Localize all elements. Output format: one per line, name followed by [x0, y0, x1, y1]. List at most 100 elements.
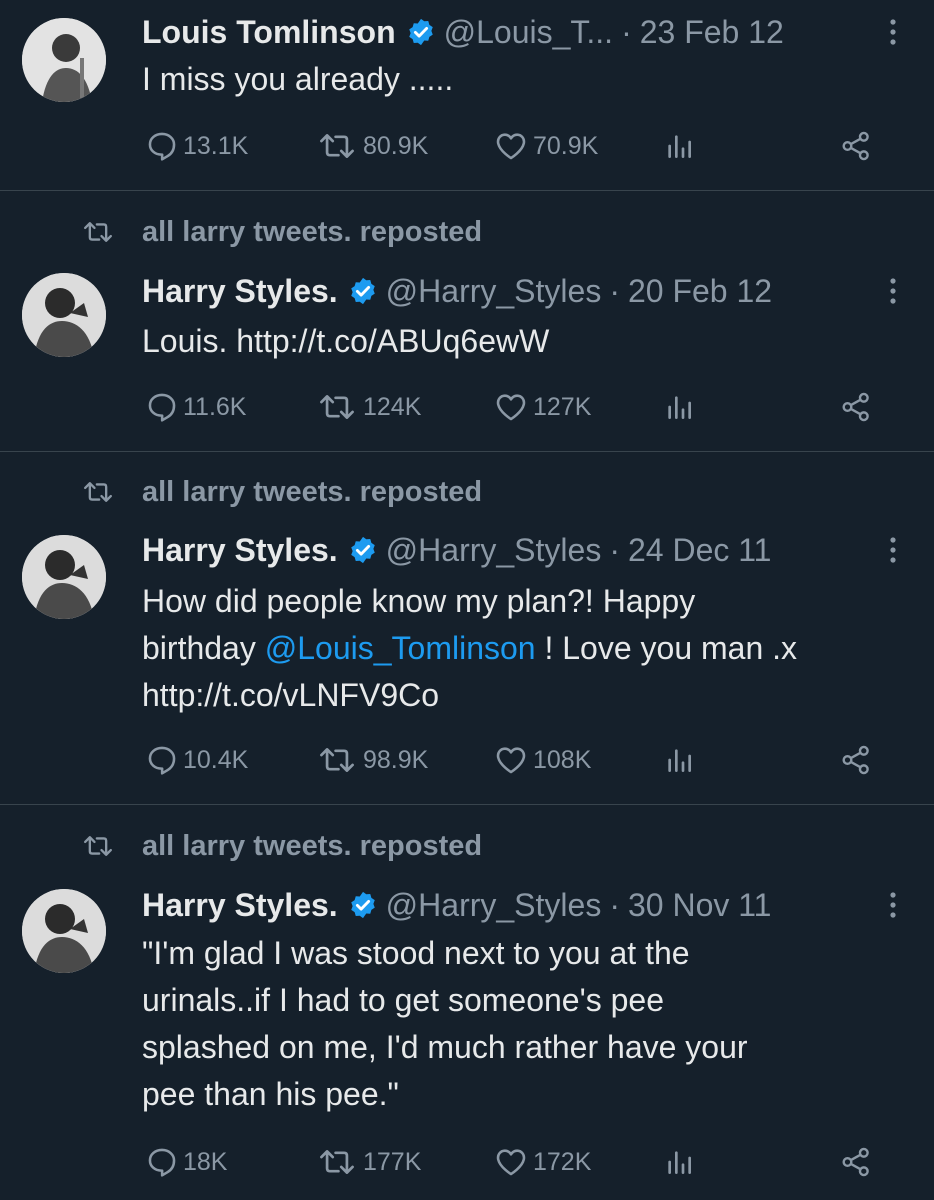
- more-options-icon[interactable]: [888, 16, 898, 48]
- avatar[interactable]: [22, 273, 106, 357]
- reply-button[interactable]: 18K: [145, 1142, 227, 1182]
- tweet-text: Louis. http://t.co/ABUq6ewW: [142, 318, 912, 365]
- like-button[interactable]: 172K: [493, 1142, 591, 1182]
- display-name[interactable]: Harry Styles.: [142, 887, 338, 924]
- like-count: 172K: [533, 1147, 592, 1176]
- repost-context: all larry tweets. reposted: [80, 475, 482, 509]
- reply-button[interactable]: 11.6K: [145, 387, 246, 427]
- repost-icon: [84, 482, 113, 502]
- tweet-text-content: "I'm glad I was stood next to you at the…: [142, 935, 748, 1112]
- tweet-header: Harry Styles. @Harry_Styles · 24 Dec 11: [142, 530, 904, 570]
- heart-icon: [496, 747, 526, 774]
- repost-context: all larry tweets. reposted: [80, 215, 482, 249]
- like-button[interactable]: 108K: [493, 740, 591, 780]
- repost-button[interactable]: 98.9K: [315, 740, 428, 780]
- tweet-header: Harry Styles. @Harry_Styles · 30 Nov 11: [142, 885, 904, 925]
- repost-count: 80.9K: [363, 131, 429, 160]
- divider: [0, 190, 934, 191]
- display-name[interactable]: Harry Styles.: [142, 273, 338, 310]
- repost-icon: [320, 395, 354, 419]
- tweet-header: Louis Tomlinson @Louis_T... · 23 Feb 12: [142, 12, 904, 52]
- handle[interactable]: @Harry_Styles: [386, 887, 602, 924]
- separator-dot: ·: [621, 13, 632, 50]
- share-button[interactable]: [839, 1142, 877, 1182]
- views-icon: [668, 396, 691, 419]
- tweet-header: Harry Styles. @Harry_Styles · 20 Feb 12: [142, 271, 904, 311]
- repost-icon: [320, 134, 354, 158]
- tweet-text: How did people know my plan?! Happy birt…: [142, 578, 912, 719]
- verified-badge-icon: [350, 277, 375, 305]
- repost-button[interactable]: 124K: [315, 387, 421, 427]
- reply-icon: [148, 1148, 176, 1177]
- tweet-actions: 11.6K 124K 127K: [145, 387, 885, 427]
- separator-dot: ·: [609, 531, 620, 568]
- mention-link[interactable]: @Louis_Tomlinson: [265, 630, 536, 666]
- views-button[interactable]: [663, 740, 699, 780]
- avatar[interactable]: [22, 18, 106, 102]
- repost-label[interactable]: all larry tweets. reposted: [142, 476, 482, 509]
- display-name[interactable]: Harry Styles.: [142, 532, 338, 569]
- share-icon: [842, 131, 869, 161]
- repost-label[interactable]: all larry tweets. reposted: [142, 830, 482, 863]
- tweet-text: "I'm glad I was stood next to you at the…: [142, 930, 912, 1118]
- tweet-actions: 18K 177K 172K: [145, 1142, 885, 1182]
- share-icon: [842, 392, 869, 422]
- like-button[interactable]: 70.9K: [493, 126, 598, 166]
- divider: [0, 451, 934, 452]
- share-icon: [842, 745, 869, 775]
- reply-icon: [148, 132, 176, 161]
- views-button[interactable]: [663, 126, 699, 166]
- repost-count: 124K: [363, 392, 422, 421]
- views-icon: [668, 1151, 691, 1174]
- separator-dot: ·: [609, 272, 620, 309]
- repost-context: all larry tweets. reposted: [80, 829, 482, 863]
- views-button[interactable]: [663, 387, 699, 427]
- reply-count: 11.6K: [183, 392, 247, 421]
- handle[interactable]: @Louis_T...: [444, 14, 613, 51]
- more-options-icon[interactable]: [888, 534, 898, 566]
- heart-icon: [496, 394, 526, 421]
- share-button[interactable]: [839, 740, 877, 780]
- repost-label[interactable]: all larry tweets. reposted: [142, 216, 482, 249]
- repost-icon: [84, 836, 113, 856]
- reply-icon: [148, 746, 176, 775]
- tweet-text-content: Louis. http://t.co/ABUq6ewW: [142, 323, 550, 359]
- verified-badge-icon: [350, 536, 375, 564]
- heart-icon: [496, 1149, 526, 1176]
- views-icon: [668, 749, 691, 772]
- reply-count: 10.4K: [183, 745, 249, 774]
- reply-button[interactable]: 13.1K: [145, 126, 248, 166]
- repost-count: 98.9K: [363, 745, 429, 774]
- reply-count: 13.1K: [183, 131, 249, 160]
- more-options-icon[interactable]: [888, 889, 898, 921]
- separator-dot: ·: [609, 886, 620, 923]
- display-name[interactable]: Louis Tomlinson: [142, 14, 396, 51]
- handle[interactable]: @Harry_Styles: [386, 273, 602, 310]
- tweet-actions: 10.4K 98.9K 108K: [145, 740, 885, 780]
- tweet-text-content: I miss you already .....: [142, 61, 454, 97]
- timestamp[interactable]: 20 Feb 12: [628, 273, 772, 310]
- avatar[interactable]: [22, 535, 106, 619]
- share-button[interactable]: [839, 387, 877, 427]
- reply-button[interactable]: 10.4K: [145, 740, 248, 780]
- repost-icon: [320, 1150, 354, 1174]
- verified-badge-icon: [408, 18, 433, 46]
- avatar[interactable]: [22, 889, 106, 973]
- tweet-actions: 13.1K 80.9K 70.9K: [145, 126, 885, 166]
- like-count: 70.9K: [533, 131, 599, 160]
- like-button[interactable]: 127K: [493, 387, 591, 427]
- repost-button[interactable]: 80.9K: [315, 126, 428, 166]
- like-count: 127K: [533, 392, 592, 421]
- handle[interactable]: @Harry_Styles: [386, 532, 602, 569]
- timestamp[interactable]: 23 Feb 12: [640, 14, 784, 51]
- reply-count: 18K: [183, 1147, 228, 1176]
- share-button[interactable]: [839, 126, 877, 166]
- reply-icon: [148, 393, 176, 422]
- verified-badge-icon: [350, 891, 375, 919]
- heart-icon: [496, 133, 526, 160]
- timestamp[interactable]: 30 Nov 11: [628, 887, 772, 924]
- repost-button[interactable]: 177K: [315, 1142, 421, 1182]
- more-options-icon[interactable]: [888, 275, 898, 307]
- views-button[interactable]: [663, 1142, 699, 1182]
- timestamp[interactable]: 24 Dec 11: [628, 532, 772, 569]
